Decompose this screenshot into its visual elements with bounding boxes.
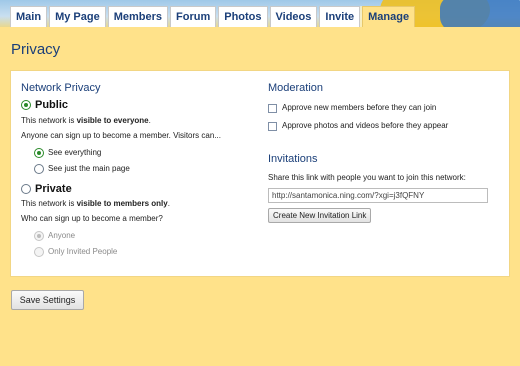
page-title: Privacy (11, 41, 61, 58)
see-main-page-radio[interactable] (34, 164, 44, 174)
network-privacy-section: Network Privacy Public This network is v… (21, 79, 261, 260)
invitations-heading: Invitations (268, 153, 318, 165)
see-main-page-label: See just the main page (48, 164, 130, 173)
private-label: Private (35, 183, 72, 195)
tab-main[interactable]: Main (10, 6, 48, 27)
invitations-description: Share this link with people you want to … (268, 173, 466, 182)
create-invitation-link-button[interactable]: Create New Invitation Link (268, 208, 372, 223)
private-signup-question: Who can sign up to become a member? (21, 214, 163, 223)
invited-only-radio[interactable] (34, 247, 44, 257)
invitation-link-field[interactable] (268, 188, 488, 203)
tab-invite[interactable]: Invite (319, 6, 361, 27)
tab-manage[interactable]: Manage (362, 6, 416, 27)
network-privacy-heading: Network Privacy (21, 82, 101, 94)
anyone-radio[interactable] (34, 231, 44, 241)
tab-my-page[interactable]: My Page (49, 6, 106, 27)
approve-media-option[interactable]: Approve photos and videos before they ap… (268, 117, 498, 135)
approve-members-checkbox[interactable] (268, 103, 277, 113)
private-description: This network is visible to members only. (21, 199, 170, 208)
see-everything-radio[interactable] (34, 148, 44, 158)
save-settings-button[interactable]: Save Settings (11, 290, 84, 310)
approve-media-checkbox[interactable] (268, 121, 277, 131)
public-radio[interactable] (21, 100, 31, 110)
see-main-page-option[interactable]: See just the main page (34, 161, 261, 177)
tab-photos[interactable]: Photos (218, 6, 268, 27)
public-label: Public (35, 99, 69, 111)
anyone-option[interactable]: Anyone (34, 228, 261, 244)
public-description-emphasis: visible to everyone (76, 116, 149, 125)
banner-artwork (440, 0, 520, 27)
public-option[interactable]: Public (21, 99, 261, 111)
privacy-settings-panel: Network Privacy Public This network is v… (10, 70, 510, 277)
tab-members[interactable]: Members (107, 6, 168, 27)
private-option[interactable]: Private (21, 183, 261, 195)
tab-videos[interactable]: Videos (269, 6, 318, 27)
private-radio[interactable] (21, 184, 31, 194)
anyone-label: Anyone (48, 231, 76, 240)
public-description: This network is visible to everyone. (21, 116, 151, 125)
see-everything-label: See everything (48, 148, 102, 157)
approve-members-label: Approve new members before they can join (282, 103, 437, 112)
approve-members-option[interactable]: Approve new members before they can join (268, 99, 498, 117)
invited-only-option[interactable]: Only Invited People (34, 244, 261, 260)
approve-media-label: Approve photos and videos before they ap… (282, 121, 449, 130)
see-everything-option[interactable]: See everything (34, 145, 261, 161)
tab-forum[interactable]: Forum (170, 6, 217, 27)
private-description-emphasis: visible to members only (76, 199, 168, 208)
invited-only-label: Only Invited People (48, 247, 118, 256)
main-nav-tabs: Main My Page Members Forum Photos Videos… (10, 6, 416, 27)
public-signup-text: Anyone can sign up to become a member. V… (21, 131, 221, 140)
moderation-invitations-column: Moderation Approve new members before th… (268, 79, 498, 223)
moderation-heading: Moderation (268, 82, 324, 94)
